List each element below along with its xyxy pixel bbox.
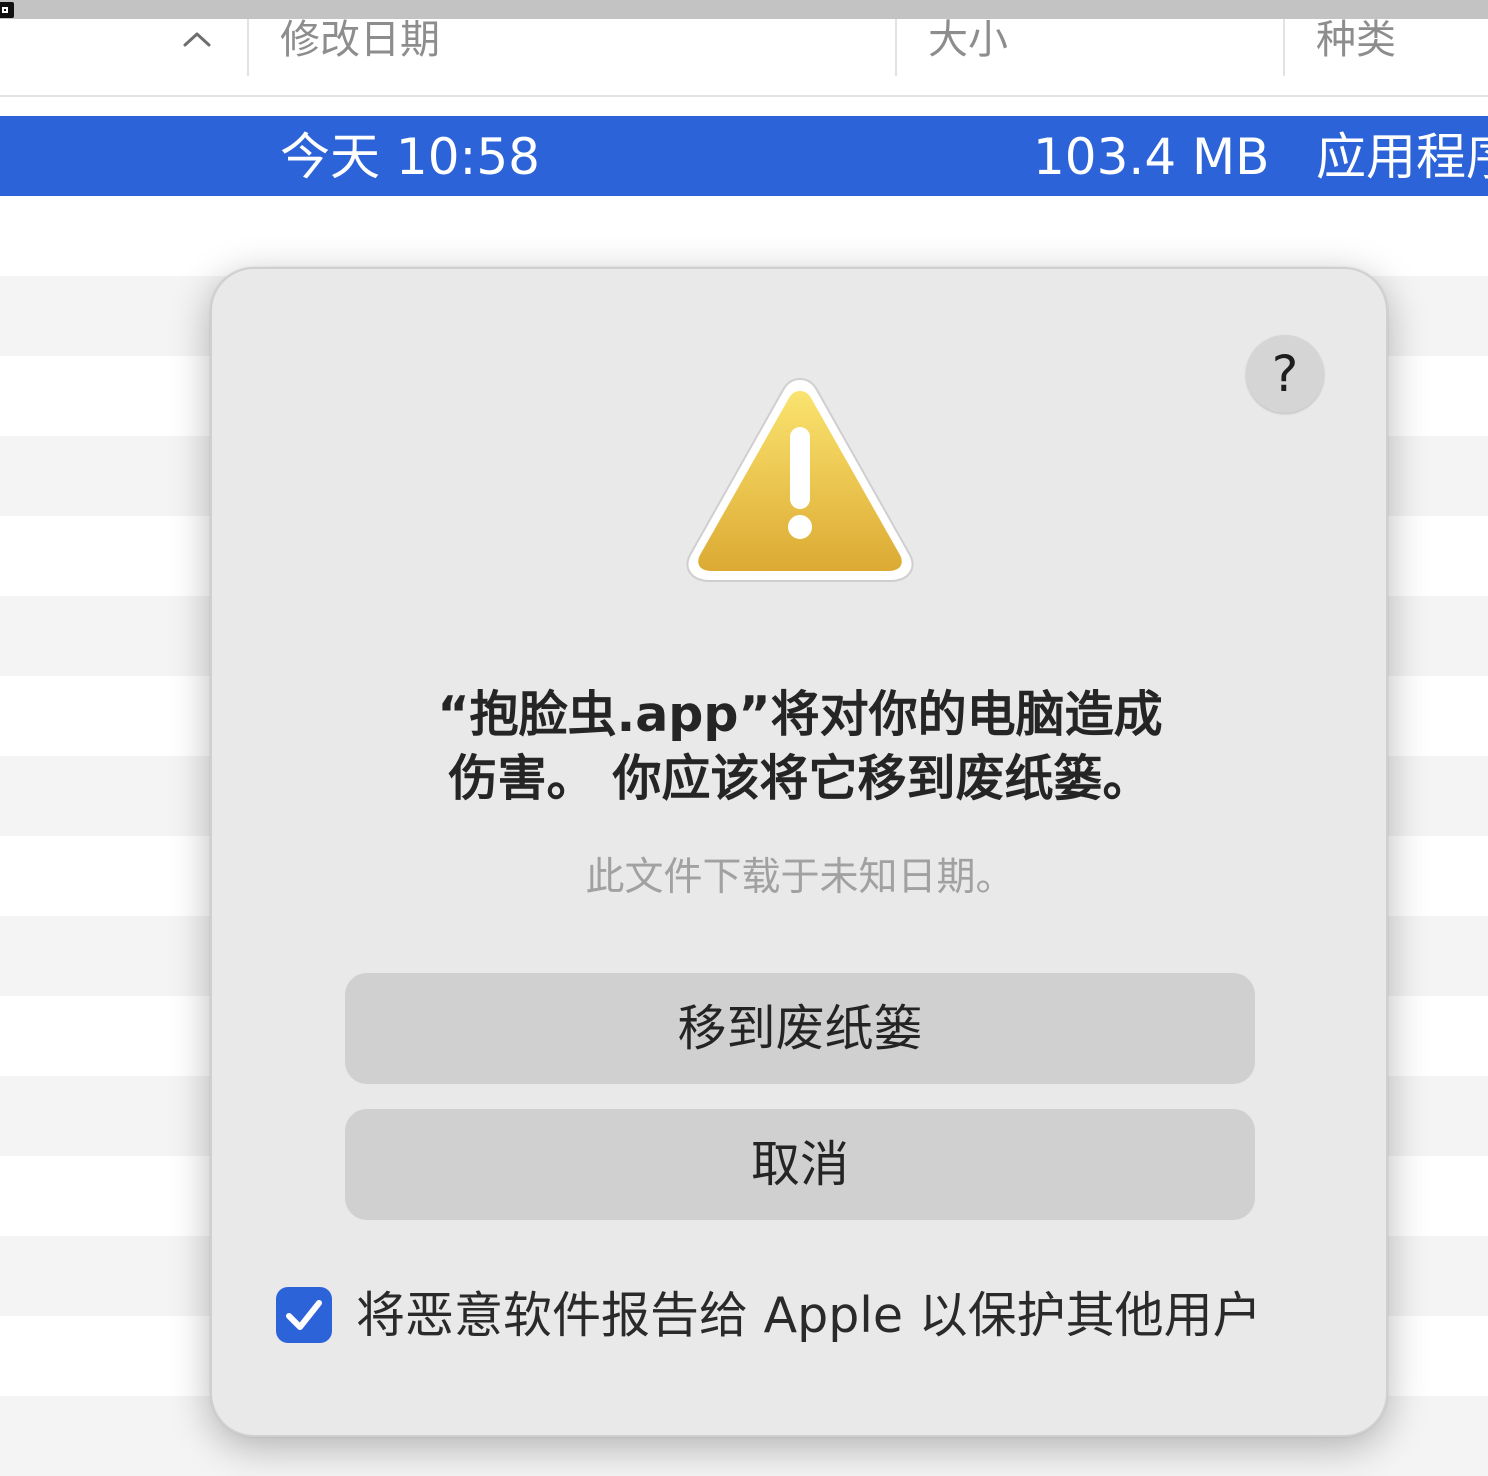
dialog-title: “抱脸虫.app”将对你的电脑造成 伤害。 你应该将它移到废纸篓。: [362, 683, 1238, 811]
column-separator[interactable]: [895, 19, 897, 76]
column-header-row: 修改日期 大小 种类: [0, 17, 1488, 97]
file-kind: 应用程序: [1316, 128, 1488, 186]
malware-alert-dialog: ? “抱脸虫.app”将对你的电脑造成 伤害。 你应该将它移到废纸篓。 此文件下…: [210, 267, 1388, 1437]
help-button[interactable]: ?: [1246, 335, 1324, 413]
file-size: 103.4 MB: [1033, 128, 1270, 186]
window-top-bar: [0, 0, 1488, 19]
column-header-kind[interactable]: 种类: [1316, 17, 1396, 63]
column-header-size[interactable]: 大小: [928, 17, 1008, 63]
window-control-icon: [0, 2, 14, 18]
checkmark-icon: [286, 1300, 322, 1330]
report-malware-checkbox[interactable]: [276, 1287, 332, 1343]
warning-icon: [686, 377, 914, 582]
file-row-selected[interactable]: 今天 10:58 103.4 MB 应用程序: [0, 116, 1488, 196]
column-header-date[interactable]: 修改日期: [280, 17, 440, 63]
dialog-title-line: 伤害。 你应该将它移到废纸篓。: [448, 750, 1152, 807]
report-malware-label[interactable]: 将恶意软件报告给 Apple 以保护其他用户: [356, 1285, 1262, 1347]
column-separator[interactable]: [1283, 19, 1285, 76]
dialog-subtitle: 此文件下载于未知日期。: [585, 855, 1015, 900]
chevron-up-icon[interactable]: [182, 29, 212, 49]
cancel-button[interactable]: 取消: [345, 1109, 1255, 1220]
dialog-title-line: “抱脸虫.app”将对你的电脑造成: [437, 686, 1163, 743]
file-date: 今天 10:58: [280, 128, 540, 186]
column-separator[interactable]: [247, 19, 249, 76]
move-to-trash-button[interactable]: 移到废纸篓: [345, 973, 1255, 1084]
